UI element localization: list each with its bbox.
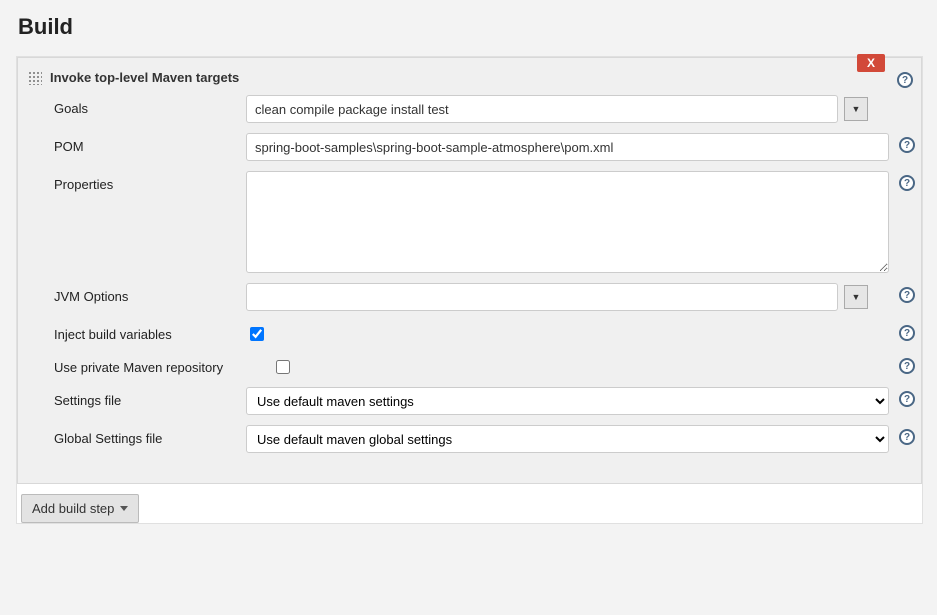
private-repo-label: Use private Maven repository <box>54 354 272 375</box>
settings-select[interactable]: Use default maven settings <box>246 387 889 415</box>
expand-jvm-button[interactable]: ▼ <box>844 285 868 309</box>
row-inject: Inject build variables ? <box>54 321 889 344</box>
help-icon[interactable]: ? <box>897 72 913 88</box>
page-title: Build <box>18 14 923 40</box>
properties-textarea[interactable] <box>246 171 889 273</box>
row-goals: Goals ▼ <box>54 95 889 123</box>
panel-title: Invoke top-level Maven targets <box>50 70 239 85</box>
properties-label: Properties <box>54 171 246 192</box>
inject-label: Inject build variables <box>54 321 246 342</box>
settings-label: Settings file <box>54 387 246 408</box>
row-jvm: JVM Options ▼ ? <box>54 283 889 311</box>
help-icon[interactable]: ? <box>899 175 915 191</box>
maven-build-step: X ? Invoke top-level Maven targets Goals… <box>17 57 922 484</box>
goals-label: Goals <box>54 95 246 116</box>
pom-input[interactable] <box>246 133 889 161</box>
global-settings-select[interactable]: Use default maven global settings <box>246 425 889 453</box>
row-private-repo: Use private Maven repository ? <box>54 354 889 377</box>
close-button[interactable]: X <box>857 54 885 72</box>
help-icon[interactable]: ? <box>899 325 915 341</box>
build-step-panel: X ? Invoke top-level Maven targets Goals… <box>16 56 923 524</box>
row-global-settings: Global Settings file Use default maven g… <box>54 425 889 453</box>
goals-input[interactable] <box>246 95 838 123</box>
add-build-step-label: Add build step <box>32 501 114 516</box>
caret-down-icon <box>120 506 128 511</box>
help-icon[interactable]: ? <box>899 287 915 303</box>
global-settings-label: Global Settings file <box>54 425 246 446</box>
drag-handle-icon[interactable] <box>28 71 42 85</box>
row-settings: Settings file Use default maven settings… <box>54 387 889 415</box>
row-properties: Properties ? <box>54 171 889 273</box>
help-icon[interactable]: ? <box>899 391 915 407</box>
jvm-input[interactable] <box>246 283 838 311</box>
help-icon[interactable]: ? <box>899 429 915 445</box>
private-repo-checkbox[interactable] <box>276 360 290 374</box>
jvm-label: JVM Options <box>54 283 246 304</box>
add-build-step-button[interactable]: Add build step <box>21 494 139 523</box>
help-icon[interactable]: ? <box>899 137 915 153</box>
help-icon[interactable]: ? <box>899 358 915 374</box>
pom-label: POM <box>54 133 246 154</box>
inject-checkbox[interactable] <box>250 327 264 341</box>
row-pom: POM ? <box>54 133 889 161</box>
expand-goals-button[interactable]: ▼ <box>844 97 868 121</box>
